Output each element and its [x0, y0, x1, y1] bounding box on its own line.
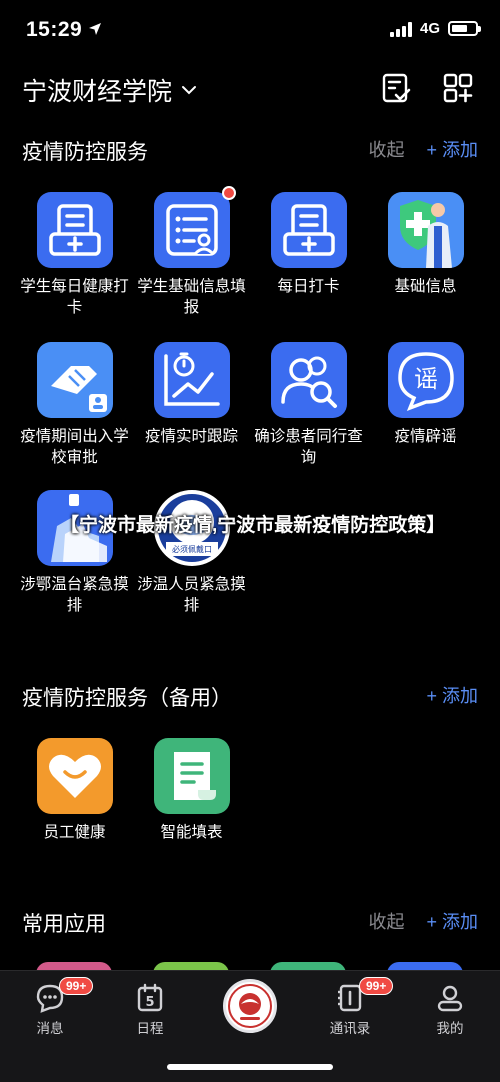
doctor-shield-icon — [387, 192, 464, 268]
health-form-icon — [36, 192, 113, 268]
section-title: 常用应用 — [22, 913, 106, 936]
tab-label: 消息 — [36, 1021, 64, 1036]
tile-patient-travel-query[interactable]: 确诊患者同行查询 — [250, 342, 367, 468]
watermark-title: 【宁波市最新疫情,宁波市最新疫情防控政策】 — [60, 515, 446, 536]
tile-rumor-debunk[interactable]: 谣 疫情辟谣 — [367, 342, 484, 447]
status-indicators: 4G — [389, 20, 481, 37]
collapse-button[interactable]: 收起 — [368, 136, 404, 162]
tile-label: 智能填表 — [160, 824, 223, 841]
calendar-day: 5 — [145, 995, 154, 1010]
section-title: 疫情防控服务 — [22, 141, 148, 164]
tab-messages[interactable]: 99+ 消息 — [15, 977, 94, 1037]
status-time: 15:29 — [26, 18, 83, 41]
section-common-apps: 常用应用 收起 + 添加 — [0, 900, 500, 940]
tab-label: 我的 — [436, 1021, 464, 1036]
person-icon — [437, 985, 463, 1012]
checklist-icon[interactable] — [380, 72, 412, 104]
tile-label: 每日打卡 — [277, 278, 340, 295]
tile-label: 学生每日健康打卡 — [20, 278, 129, 316]
tile-label: 确诊患者同行查询 — [254, 428, 363, 466]
app-header: 宁波财经学院 — [0, 60, 500, 120]
tab-me[interactable]: 我的 — [415, 983, 485, 1037]
section-title: 疫情防控服务（备用） — [22, 687, 232, 710]
speech-bubble-icon: 谣 — [387, 342, 464, 418]
unread-badge: 99+ — [59, 977, 94, 995]
tile-campus-access-approval[interactable]: 疫情期间出入学校审批 — [16, 342, 133, 468]
org-title: 宁波财经学院 — [22, 78, 173, 106]
status-bar: 15:29 4G — [0, 0, 500, 60]
add-button[interactable]: + 添加 — [426, 682, 478, 708]
add-button[interactable]: + 添加 — [426, 908, 478, 934]
tile-label: 基础信息 — [394, 278, 457, 295]
school-logo-button[interactable] — [223, 979, 277, 1033]
tile-label: 涉温人员紧急摸排 — [137, 576, 246, 614]
people-search-icon — [270, 342, 347, 418]
tile-employee-health[interactable]: 员工健康 — [16, 738, 133, 843]
tile-realtime-tracking[interactable]: 疫情实时跟踪 — [133, 342, 250, 447]
school-emblem-icon — [228, 984, 272, 1028]
tab-label: 通讯录 — [329, 1021, 371, 1036]
scroll-form-icon — [153, 738, 230, 814]
tab-schedule[interactable]: 5 日程 — [115, 983, 185, 1037]
apps-add-icon[interactable] — [442, 72, 474, 104]
unread-badge: 99+ — [359, 977, 394, 995]
tile-label: 疫情期间出入学校审批 — [20, 428, 129, 466]
info-list-icon — [153, 186, 236, 268]
handshake-icon — [36, 342, 113, 418]
home-indicator[interactable] — [167, 1064, 333, 1070]
rumor-glyph: 谣 — [414, 365, 438, 393]
tile-student-info-form[interactable]: 学生基础信息填报 — [133, 186, 250, 318]
tile-smart-form[interactable]: 智能填表 — [133, 738, 250, 843]
org-switcher[interactable]: 宁波财经学院 — [22, 72, 198, 108]
collapse-button[interactable]: 收起 — [368, 908, 404, 934]
tile-student-health-checkin[interactable]: 学生每日健康打卡 — [16, 192, 133, 318]
tab-contacts[interactable]: 99+ 通讯录 — [315, 977, 394, 1037]
tab-label: 日程 — [136, 1021, 164, 1036]
tile-label: 疫情实时跟踪 — [144, 428, 238, 445]
location-arrow-icon — [88, 22, 102, 41]
network-type: 4G — [419, 20, 440, 37]
tile-label: 员工健康 — [43, 824, 106, 841]
section-epidemic-services: 疫情防控服务 收起 + 添加 — [0, 128, 500, 168]
chevron-down-icon — [182, 86, 197, 95]
smile-heart-icon — [36, 738, 113, 814]
calendar-icon: 5 — [137, 983, 163, 1012]
mask-sign-text: 必须佩戴口 — [172, 544, 212, 554]
checkin-form-icon — [270, 192, 347, 268]
tile-basic-info[interactable]: 基础信息 — [367, 192, 484, 297]
add-button[interactable]: + 添加 — [426, 136, 478, 162]
tile-label: 学生基础信息填报 — [137, 278, 246, 316]
tile-wenzhou-personnel-screening[interactable]: 必须佩戴口 涉温人员紧急摸排 — [133, 490, 250, 616]
tile-hubei-wenzhou-screening[interactable]: 涉鄂温台紧急摸排 — [16, 490, 133, 616]
tile-label: 涉鄂温台紧急摸排 — [20, 576, 129, 614]
signal-icon — [389, 21, 412, 37]
stopwatch-chart-icon — [153, 342, 230, 418]
tile-daily-checkin[interactable]: 每日打卡 — [250, 192, 367, 297]
tile-label: 疫情辟谣 — [394, 428, 457, 445]
section-epidemic-services-backup: 疫情防控服务（备用） + 添加 — [0, 674, 500, 714]
notification-dot — [221, 186, 236, 200]
battery-icon — [448, 21, 481, 36]
